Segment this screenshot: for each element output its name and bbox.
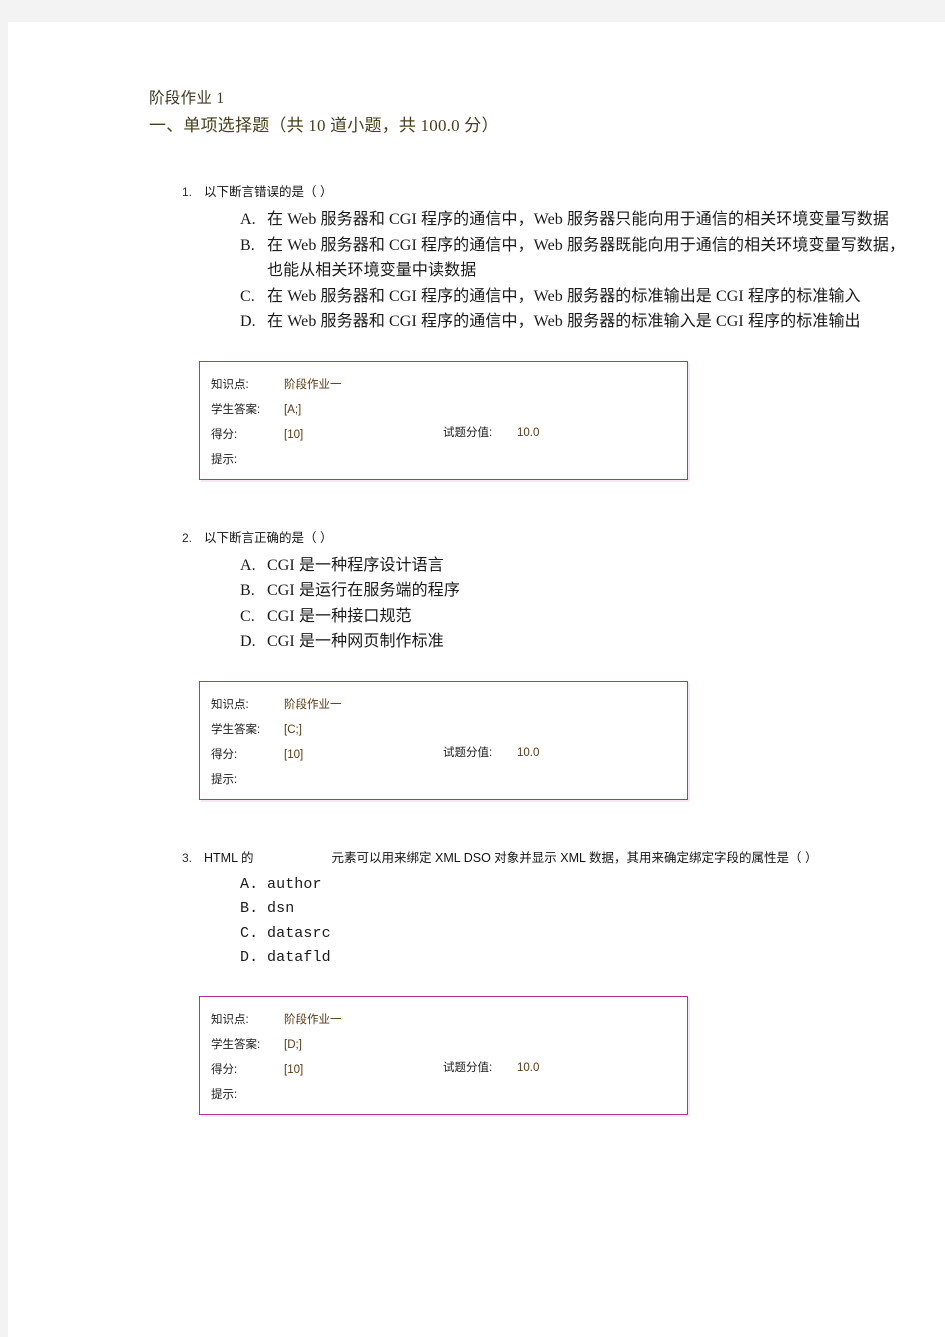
student-answer-row-label: 学生答案: (211, 403, 261, 416)
option-item[interactable]: B. CGI 是运行在服务端的程序 (149, 578, 909, 604)
question-value-label: 试题分值: (443, 1061, 493, 1074)
option-letter: C. (240, 607, 255, 625)
score-row: 得分: [10] 试题分值: 10.0 (211, 741, 687, 766)
knowledge-point-row-label: 知识点: (211, 1013, 249, 1026)
option-text: CGI 是运行在服务端的程序 (267, 582, 460, 599)
knowledge-point-row-label: 知识点: (211, 378, 249, 391)
student-answer-row: 学生答案: [A;] (211, 396, 687, 421)
question-text: 以下断言正确的是（ ） (204, 530, 333, 545)
option-list: A. CGI 是一种程序设计语言 B. CGI 是运行在服务端的程序 C. CGI 是一种… (149, 553, 909, 655)
document-page: 阶段作业 1 一、单项选择题（共 10 道小题，共 100.0 分） 1. 以下断… (8, 22, 945, 1337)
score-row: 得分: [10] 试题分值: 10.0 (211, 421, 687, 446)
option-letter: A. (240, 211, 256, 228)
option-list: A. author B. dsn C. datasrc D. datafld (149, 873, 909, 971)
question-number: 2. (182, 530, 193, 545)
score-row-label: 得分: (211, 1063, 238, 1076)
question-value-label: 试题分值: (443, 746, 493, 759)
option-item[interactable]: D. 在 Web 服务器和 CGI 程序的通信中，Web 服务器的标准输入是 CG… (149, 309, 909, 335)
question-number: 3. (182, 850, 193, 865)
knowledge-point-value: 阶段作业一 (284, 698, 342, 711)
section-title: 一、单项选择题（共 10 道小题，共 100.0 分） (149, 116, 499, 135)
option-text: datasrc (267, 924, 331, 942)
knowledge-point-value: 阶段作业一 (284, 1013, 342, 1026)
option-letter: D. (240, 313, 256, 330)
option-text: 在 Web 服务器和 CGI 程序的通信中，Web 服务器只能向用于通信的相关环… (267, 211, 889, 228)
option-text: 在 Web 服务器和 CGI 程序的通信中，Web 服务器的标准输入是 CGI … (267, 313, 861, 330)
score-row-label: 得分: (211, 748, 238, 761)
option-letter: B. (240, 900, 259, 917)
student-answer-row-label: 学生答案: (211, 1038, 261, 1051)
option-item[interactable]: A. author (149, 873, 909, 898)
question-value-value: 10.0 (517, 426, 540, 439)
score-row-label: 得分: (211, 428, 238, 441)
score-value: [10] (284, 748, 304, 761)
student-answer-row-label: 学生答案: (211, 723, 261, 736)
option-item[interactable]: A. CGI 是一种程序设计语言 (149, 553, 909, 579)
option-item[interactable]: D. CGI 是一种网页制作标准 (149, 629, 909, 655)
question-list: 1. 以下断言错误的是（ ） A. 在 Web 服务器和 CGI 程序的通信中，Web… (149, 182, 909, 1115)
option-list: A. 在 Web 服务器和 CGI 程序的通信中，Web 服务器只能向用于通信的相… (149, 207, 909, 335)
knowledge-point-row: 知识点: 阶段作业一 (211, 371, 687, 396)
question-stem-row: 3. HTML 的 元素可以用来绑定 XML DSO 对象并显示 XML 数据，其用… (149, 848, 909, 869)
answer-info-box: 知识点: 阶段作业一学生答案: [D;] 得分: [10] 试题分值: 10.0 提示: (199, 995, 688, 1115)
question-text-tail: 元素可以用来绑定 XML DSO 对象并显示 XML 数据，其用来确定绑定字段的… (331, 850, 818, 865)
knowledge-point-row: 知识点: 阶段作业一 (211, 691, 687, 716)
question-value-value: 10.0 (517, 746, 540, 759)
student-answer-value: [D;] (284, 1038, 302, 1051)
knowledge-point-row: 知识点: 阶段作业一 (211, 1006, 687, 1031)
option-letter: D. (240, 949, 259, 966)
option-text: datafld (267, 949, 331, 966)
option-letter: B. (240, 236, 255, 254)
score-row: 得分: [10] 试题分值: 10.0 (211, 1056, 687, 1081)
option-text: CGI 是一种网页制作标准 (267, 633, 444, 650)
question-block: 2. 以下断言正确的是（ ） A. CGI 是一种程序设计语言 B. CGI 是运行在服务… (149, 528, 909, 800)
hint-row: 提示: (211, 1081, 687, 1106)
score-value: [10] (284, 428, 304, 441)
hint-row-label: 提示: (211, 773, 238, 786)
document-title: 阶段作业 1 (149, 90, 225, 107)
option-text: CGI 是一种程序设计语言 (267, 556, 444, 574)
question-value-label: 试题分值: (443, 426, 493, 439)
question-number: 1. (182, 185, 193, 199)
answer-info-box: 知识点: 阶段作业一学生答案: [A;] 得分: [10] 试题分值: 10.0 提示: (199, 360, 688, 480)
question-text: HTML 的 (204, 850, 254, 865)
knowledge-point-value: 阶段作业一 (284, 378, 342, 391)
hint-row: 提示: (211, 446, 687, 471)
option-letter: B. (240, 582, 255, 599)
question-stem-row: 1. 以下断言错误的是（ ） (149, 182, 909, 203)
score-value: [10] (284, 1063, 304, 1076)
document-content: 阶段作业 1 一、单项选择题（共 10 道小题，共 100.0 分） 1. 以下断… (149, 85, 909, 1115)
option-item[interactable]: C. 在 Web 服务器和 CGI 程序的通信中，Web 服务器的标准输出是 CG… (149, 284, 909, 310)
student-answer-value: [A;] (284, 403, 302, 416)
question-block: 1. 以下断言错误的是（ ） A. 在 Web 服务器和 CGI 程序的通信中，Web… (149, 182, 909, 480)
option-text: 在 Web 服务器和 CGI 程序的通信中，Web 服务器的标准输出是 CGI … (267, 287, 861, 305)
answer-info-box: 知识点: 阶段作业一学生答案: [C;] 得分: [10] 试题分值: 10.0 提示: (199, 680, 688, 800)
student-answer-row: 学生答案: [D;] (211, 1031, 687, 1056)
option-item[interactable]: C. datasrc (149, 922, 909, 947)
student-answer-row: 学生答案: [C;] (211, 716, 687, 741)
question-text: 以下断言错误的是（ ） (204, 185, 333, 199)
hint-row-label: 提示: (211, 453, 238, 466)
option-text: dsn (267, 900, 295, 917)
question-block: 3. HTML 的 元素可以用来绑定 XML DSO 对象并显示 XML 数据，其用… (149, 848, 909, 1115)
hint-row-label: 提示: (211, 1088, 238, 1101)
option-letter: C. (240, 287, 255, 305)
option-text: CGI 是一种接口规范 (267, 607, 412, 625)
option-item[interactable]: D. datafld (149, 946, 909, 971)
question-stem-row: 2. 以下断言正确的是（ ） (149, 528, 909, 549)
hint-row: 提示: (211, 766, 687, 791)
question-value-value: 10.0 (517, 1061, 540, 1074)
option-letter: D. (240, 633, 256, 650)
option-item[interactable]: A. 在 Web 服务器和 CGI 程序的通信中，Web 服务器只能向用于通信的相… (149, 207, 909, 233)
option-item[interactable]: B. dsn (149, 897, 909, 922)
option-letter: C. (240, 924, 259, 942)
option-letter: A. (240, 875, 259, 893)
student-answer-value: [C;] (284, 723, 302, 736)
option-item[interactable]: C. CGI 是一种接口规范 (149, 604, 909, 630)
option-text: author (267, 875, 322, 893)
option-item[interactable]: B. 在 Web 服务器和 CGI 程序的通信中，Web 服务器既能向用于通信的相… (149, 233, 909, 284)
knowledge-point-row-label: 知识点: (211, 698, 249, 711)
option-letter: A. (240, 556, 256, 574)
option-text: 在 Web 服务器和 CGI 程序的通信中，Web 服务器既能向用于通信的相关环… (267, 236, 906, 280)
